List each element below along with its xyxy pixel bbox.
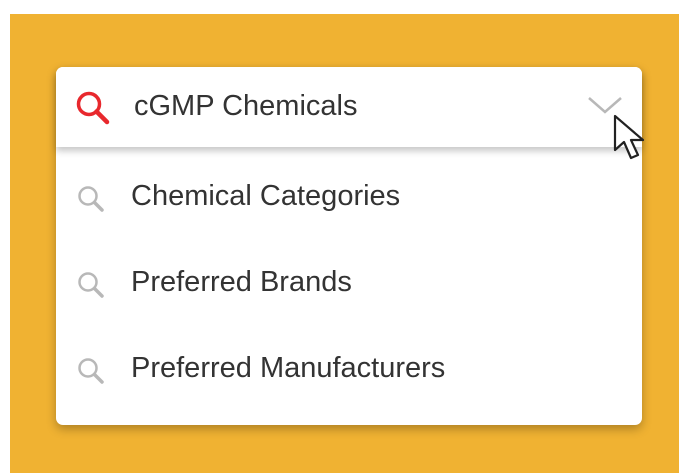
search-category-dropdown[interactable]: cGMP Chemicals Chemical Categories Prefe… <box>56 67 642 425</box>
search-icon <box>74 89 118 134</box>
dropdown-selected-value[interactable]: cGMP Chemicals <box>56 67 642 147</box>
search-icon <box>76 184 112 221</box>
dropdown-option-chemical-categories[interactable]: Chemical Categories <box>56 154 642 240</box>
option-label: Chemical Categories <box>131 180 401 212</box>
selected-label: cGMP Chemicals <box>134 90 358 122</box>
search-icon <box>76 356 112 393</box>
option-label: Preferred Manufacturers <box>131 352 446 384</box>
search-icon <box>76 270 112 307</box>
dropdown-option-preferred-brands[interactable]: Preferred Brands <box>56 240 642 326</box>
option-label: Preferred Brands <box>131 266 352 298</box>
dropdown-option-preferred-manufacturers[interactable]: Preferred Manufacturers <box>56 326 642 412</box>
mouse-pointer-icon <box>613 114 657 169</box>
